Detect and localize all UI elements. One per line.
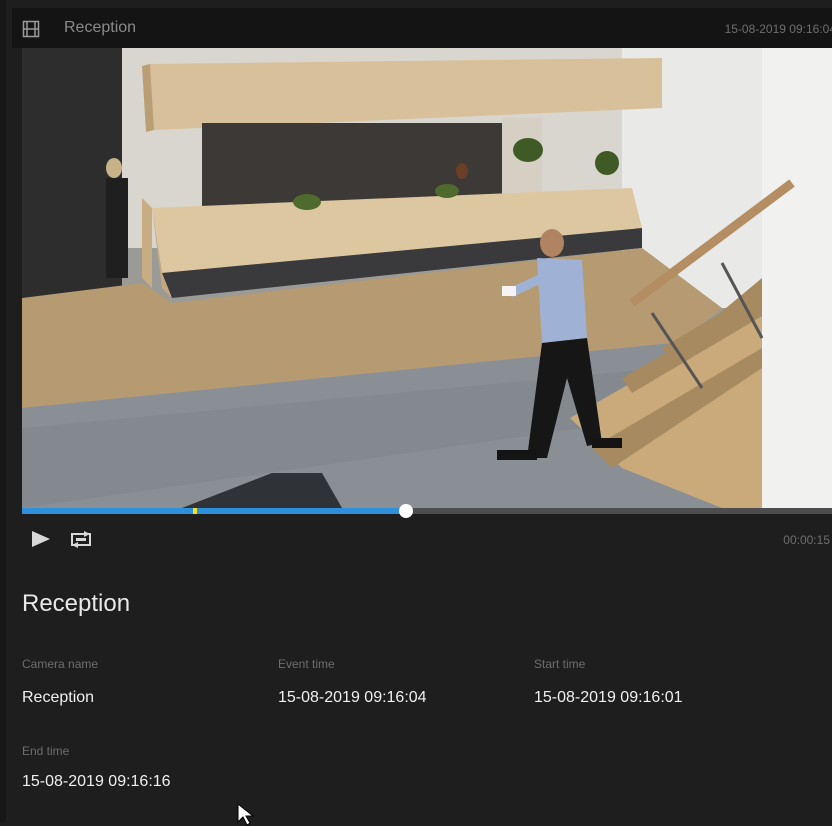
film-icon	[22, 20, 40, 38]
event-time-label: Event time	[278, 657, 335, 671]
camera-timestamp: 15-08-2019 09:16:04	[724, 22, 832, 36]
video-frame[interactable]	[22, 48, 832, 508]
camera-title: Reception	[64, 19, 137, 36]
loop-icon[interactable]	[70, 530, 92, 548]
camera-title-bar: Reception 15-08-2019 09:16:04	[12, 8, 832, 48]
bookmark-heading: Reception	[22, 590, 131, 617]
event-time-value: 15-08-2019 09:16:04	[278, 689, 427, 706]
start-time-label: Start time	[534, 657, 586, 671]
event-time-marker	[193, 508, 198, 514]
bookmark-preview-panel: Reception 15-08-2019 09:16:04 00:00:15 R…	[0, 0, 832, 826]
play-icon[interactable]	[30, 529, 52, 549]
camera-name-label: Camera name	[22, 657, 99, 671]
mouse-cursor-icon	[237, 804, 255, 826]
clip-duration: 00:00:15	[783, 533, 830, 547]
timeline-progress	[22, 508, 406, 514]
timeline-scrubber-handle[interactable]	[398, 504, 413, 518]
playback-timeline[interactable]	[22, 504, 832, 518]
end-time-value: 15-08-2019 09:16:16	[22, 773, 171, 790]
start-time-value: 15-08-2019 09:16:01	[534, 689, 683, 706]
end-time-label: End time	[22, 744, 70, 758]
reception-camera-image	[22, 48, 832, 508]
camera-name-value: Reception	[22, 689, 95, 706]
